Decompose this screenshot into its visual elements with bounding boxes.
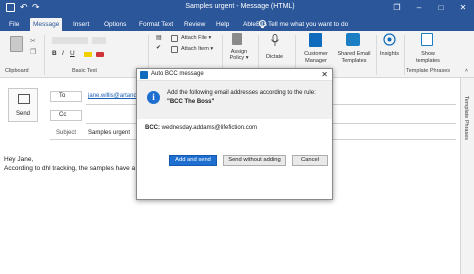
cc-label: Cc — [59, 112, 67, 118]
tab-file[interactable]: File — [6, 18, 22, 31]
underline-icon[interactable]: U — [70, 50, 75, 57]
app-icon — [140, 71, 148, 79]
maximize-icon[interactable]: □ — [430, 0, 452, 16]
restore-ribbon-icon[interactable]: ❐ — [386, 0, 408, 16]
dialog-message: Add the following email addresses accord… — [167, 90, 316, 96]
subject-field[interactable]: Samples urgent — [88, 130, 130, 136]
dialog-rule-name: "BCC The Boss" — [167, 99, 215, 105]
minimize-icon[interactable]: – — [408, 0, 430, 16]
tab-review[interactable]: Review — [181, 18, 208, 31]
bcc-line: BCC: wednesday.addams@lifefiction.com — [145, 125, 257, 131]
assign-policy-button[interactable]: Assign Policy ▾ — [227, 49, 251, 61]
attach-item-icon — [171, 46, 178, 53]
insights-icon — [383, 33, 396, 46]
template-phrases-panel-label: Template Phrases — [463, 96, 469, 141]
group-clipboard-label: Clipboard — [5, 68, 29, 74]
save-icon[interactable] — [6, 3, 15, 12]
assign-policy-icon — [232, 33, 242, 45]
font-size-dropdown[interactable] — [92, 37, 106, 44]
tab-format-text[interactable]: Format Text — [136, 18, 176, 31]
italic-icon[interactable]: I — [62, 50, 64, 57]
collapse-ribbon-icon[interactable]: ˄ — [465, 68, 468, 74]
subject-label: Subject — [56, 130, 77, 136]
dialog-close-icon[interactable]: ✕ — [321, 69, 328, 81]
copy-icon[interactable]: ❐ — [30, 48, 36, 56]
font-color-icon[interactable] — [96, 52, 104, 57]
body-greeting[interactable]: Hey Jane, — [4, 156, 33, 163]
cut-icon[interactable]: ✂ — [30, 37, 36, 45]
font-dropdown[interactable] — [52, 37, 88, 44]
bold-icon[interactable]: B — [52, 50, 57, 57]
bcc-address: wednesday.addams@lifefiction.com — [161, 125, 258, 131]
show-templates-button[interactable]: Show templates — [411, 51, 445, 65]
tab-options[interactable]: Options — [101, 18, 129, 31]
envelope-icon — [18, 94, 30, 104]
microphone-icon — [271, 34, 279, 46]
attach-file-button[interactable]: Attach File ▾ — [181, 35, 211, 41]
paste-icon[interactable] — [10, 36, 23, 52]
cc-button[interactable]: Cc — [50, 110, 82, 121]
attach-item-button[interactable]: Attach Item ▾ — [181, 46, 213, 52]
lightbulb-icon — [259, 20, 266, 28]
send-button[interactable]: Send — [8, 88, 38, 122]
bcc-label: BCC: — [145, 125, 160, 131]
group-basic-text-label: Basic Text — [72, 68, 97, 74]
attach-file-icon — [171, 35, 178, 42]
group-template-phrases-label: Template Phrases — [406, 68, 451, 74]
check-names-icon[interactable]: ✔ — [156, 44, 161, 51]
tell-me-search[interactable]: Tell me what you want to do — [268, 18, 348, 31]
undo-icon[interactable]: ↶ — [20, 2, 28, 13]
send-without-adding-button[interactable]: Send without adding — [223, 155, 286, 166]
tab-message[interactable]: Message — [30, 18, 63, 31]
shared-templates-button[interactable]: Shared Email Templates — [334, 51, 374, 65]
title-bar: ↶ ↷ Samples urgent - Message (HTML) ❐ – … — [0, 0, 474, 16]
address-book-icon[interactable]: ▤ — [156, 34, 162, 41]
auto-bcc-dialog: Auto BCC message ✕ i Add the following e… — [136, 68, 333, 200]
template-phrases-panel[interactable]: Template Phrases — [460, 78, 474, 274]
window-title: Samples urgent - Message (HTML) — [185, 3, 295, 10]
tab-help[interactable]: Help — [213, 18, 232, 31]
customer-manager-icon — [309, 33, 322, 47]
ribbon-tabs: File Message Insert Options Format Text … — [0, 16, 474, 31]
cancel-button[interactable]: Cancel — [292, 155, 328, 166]
dialog-title-bar: Auto BCC message ✕ — [137, 69, 332, 81]
shared-templates-icon — [346, 33, 360, 46]
dictate-button[interactable]: Dictate — [266, 54, 283, 60]
body-line[interactable]: According to dhl tracking, the samples h… — [4, 165, 135, 172]
send-label: Send — [15, 111, 30, 117]
redo-icon[interactable]: ↷ — [32, 2, 40, 13]
insights-button[interactable]: Insights — [380, 51, 399, 57]
to-recipient[interactable]: jane.willis@artand — [88, 93, 137, 99]
customer-manager-button[interactable]: Customer Manager — [300, 51, 332, 65]
dialog-message-area: i Add the following email addresses acco… — [137, 81, 332, 119]
info-icon: i — [147, 91, 160, 104]
dialog-title: Auto BCC message — [151, 71, 204, 77]
highlight-icon[interactable] — [84, 52, 92, 57]
to-label: To — [59, 93, 66, 99]
close-icon[interactable]: ✕ — [452, 0, 474, 16]
add-and-send-button[interactable]: Add and send — [169, 155, 217, 166]
show-templates-icon — [421, 33, 433, 46]
tab-insert[interactable]: Insert — [70, 18, 92, 31]
to-button[interactable]: To — [50, 91, 82, 102]
